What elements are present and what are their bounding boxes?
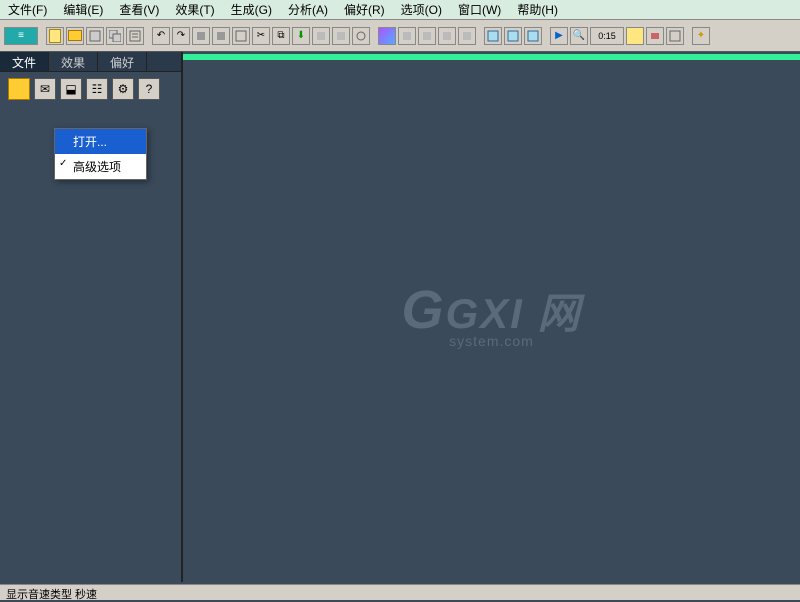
- play-button[interactable]: ▶: [550, 27, 568, 45]
- toolbar-btn-6[interactable]: [398, 27, 416, 45]
- tab-file[interactable]: 文件: [0, 52, 49, 71]
- time-display[interactable]: 0:15: [590, 27, 624, 45]
- menu-options[interactable]: 选项(O): [397, 0, 446, 19]
- menu-analyze[interactable]: 分析(A): [284, 0, 332, 19]
- batch-button[interactable]: [126, 27, 144, 45]
- undo-button[interactable]: ↶: [152, 27, 170, 45]
- menu-effects[interactable]: 效果(T): [171, 0, 218, 19]
- toolbar-btn-9[interactable]: [458, 27, 476, 45]
- menu-view[interactable]: 查看(V): [115, 0, 163, 19]
- toolbar-btn-4[interactable]: [332, 27, 350, 45]
- redo-button[interactable]: ↷: [172, 27, 190, 45]
- menu-favorites[interactable]: 偏好(R): [340, 0, 389, 19]
- sidebar-tabs: 文件 效果 偏好: [0, 52, 181, 72]
- toolbar-btn-5[interactable]: [352, 27, 370, 45]
- main-toolbar: ≡ ↶ ↷ ✂ ⧉ ⬇ ▶ 🔍 0:15: [0, 20, 800, 52]
- watermark: GGXI 网 system.com: [401, 279, 581, 349]
- menubar: 文件(F) 编辑(E) 查看(V) 效果(T) 生成(G) 分析(A) 偏好(R…: [0, 0, 800, 20]
- toolbar-btn-2[interactable]: [212, 27, 230, 45]
- menu-generate[interactable]: 生成(G): [227, 0, 276, 19]
- sidebar-envelope-icon[interactable]: ✉: [34, 78, 56, 100]
- window-btn-2[interactable]: [504, 27, 522, 45]
- sidebar-gear-icon[interactable]: ⚙: [112, 78, 134, 100]
- save-as-button[interactable]: [106, 27, 124, 45]
- menu-edit[interactable]: 编辑(E): [59, 0, 107, 19]
- zoom-button[interactable]: 🔍: [570, 27, 588, 45]
- save-button[interactable]: [86, 27, 104, 45]
- paste-button[interactable]: ⬇: [292, 27, 310, 45]
- sidebar-toolbar: ✉ ⬓ ☷ ⚙ ?: [0, 72, 181, 106]
- sidebar-help-icon[interactable]: ?: [138, 78, 160, 100]
- open-file-button[interactable]: [66, 27, 84, 45]
- toolbar-btn-13[interactable]: ✦: [692, 27, 710, 45]
- tab-favorites[interactable]: 偏好: [98, 52, 147, 71]
- context-menu: 打开... ✓ 高级选项: [54, 128, 147, 180]
- statusbar: 显示音速类型 秒速: [0, 584, 800, 600]
- window-btn-3[interactable]: [524, 27, 542, 45]
- ctx-advanced-options[interactable]: ✓ 高级选项: [55, 154, 146, 179]
- menu-window[interactable]: 窗口(W): [454, 0, 505, 19]
- toolbar-btn-8[interactable]: [438, 27, 456, 45]
- toolbar-btn-3[interactable]: [232, 27, 250, 45]
- check-icon: ✓: [59, 158, 67, 169]
- toolbar-btn-12[interactable]: [666, 27, 684, 45]
- spectral-button[interactable]: [378, 27, 396, 45]
- watermark-sub: system.com: [401, 333, 581, 349]
- sidebar-stack-icon[interactable]: ☷: [86, 78, 108, 100]
- cut-button[interactable]: ✂: [252, 27, 270, 45]
- mix-paste-button[interactable]: [312, 27, 330, 45]
- new-file-button[interactable]: [46, 27, 64, 45]
- toolbar-btn-10[interactable]: [626, 27, 644, 45]
- toolbar-btn-7[interactable]: [418, 27, 436, 45]
- toolbar-btn-1[interactable]: [192, 27, 210, 45]
- toolbar-btn-11[interactable]: [646, 27, 664, 45]
- menu-help[interactable]: 帮助(H): [513, 0, 562, 19]
- sidebar-tray-icon[interactable]: ⬓: [60, 78, 82, 100]
- menu-file[interactable]: 文件(F): [4, 0, 51, 19]
- watermark-main: GGXI 网: [401, 279, 581, 341]
- tab-effects[interactable]: 效果: [49, 52, 98, 71]
- main-canvas[interactable]: GGXI 网 system.com: [183, 54, 800, 582]
- waveform-mode-button[interactable]: ≡: [4, 27, 38, 45]
- copy-button[interactable]: ⧉: [272, 27, 290, 45]
- ctx-open[interactable]: 打开...: [55, 129, 146, 154]
- window-btn-1[interactable]: [484, 27, 502, 45]
- sidebar-open-icon[interactable]: [8, 78, 30, 100]
